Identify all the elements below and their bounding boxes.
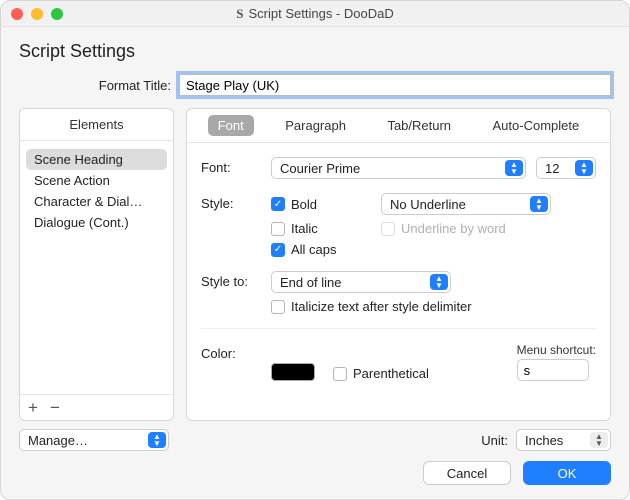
underline-by-word-label: Underline by word	[401, 221, 506, 236]
italicize-after-checkbox[interactable]: Italicize text after style delimiter	[271, 299, 596, 314]
elements-footer: + −	[20, 394, 173, 420]
style-to-popup[interactable]: End of line ▲▼	[271, 271, 451, 293]
unit-popup[interactable]: Inches ▲▼	[516, 429, 611, 451]
ok-button[interactable]: OK	[523, 461, 611, 485]
style-label: Style:	[201, 193, 271, 257]
tab-paragraph[interactable]: Paragraph	[275, 115, 356, 136]
bottom-row: Manage… ▲▼ Unit: Inches ▲▼	[19, 421, 611, 451]
parenthetical-label: Parenthetical	[353, 366, 429, 381]
tab-tab-return[interactable]: Tab/Return	[377, 115, 461, 136]
elements-sidebar: Elements Scene Heading Scene Action Char…	[19, 108, 174, 421]
bold-checkbox[interactable]: ✓ Bold	[271, 197, 381, 212]
content: Script Settings Format Title: Elements S…	[1, 27, 629, 499]
style-row: Style: ✓ Bold No Underline ▲▼	[201, 193, 596, 257]
bold-label: Bold	[291, 197, 317, 212]
parenthetical-checkbox[interactable]: Parenthetical	[333, 366, 429, 381]
tab-auto-complete[interactable]: Auto-Complete	[483, 115, 590, 136]
main-row: Elements Scene Heading Scene Action Char…	[19, 108, 611, 421]
underline-value: No Underline	[390, 197, 466, 212]
unit-value: Inches	[525, 433, 563, 448]
font-label: Font:	[201, 157, 271, 179]
chevron-updown-icon: ▲▼	[505, 160, 523, 176]
font-panel: Font: Courier Prime ▲▼ 12 ▲▼	[187, 143, 610, 420]
underline-popup[interactable]: No Underline ▲▼	[381, 193, 551, 215]
format-title-input[interactable]	[179, 74, 611, 96]
underline-by-word-checkbox[interactable]: Underline by word	[381, 221, 596, 236]
font-row: Font: Courier Prime ▲▼ 12 ▲▼	[201, 157, 596, 179]
sidebar-item-scene-action[interactable]: Scene Action	[26, 170, 167, 191]
cancel-button[interactable]: Cancel	[423, 461, 511, 485]
italicize-after-label: Italicize text after style delimiter	[291, 299, 472, 314]
checkbox-icon	[271, 222, 285, 236]
chevron-updown-icon: ▲▼	[575, 160, 593, 176]
chevron-updown-icon: ▲▼	[530, 196, 548, 212]
chevron-updown-icon: ▲▼	[148, 432, 166, 448]
window-title-text: Script Settings - DooDaD	[249, 6, 394, 21]
elements-header: Elements	[20, 109, 173, 141]
color-row: Color: Parenthetical Menu shortc	[201, 343, 596, 381]
shortcut-label: Menu shortcut:	[517, 343, 596, 357]
chevron-updown-icon: ▲▼	[430, 274, 448, 290]
style-to-value: End of line	[280, 275, 341, 290]
sidebar-item-character-dial[interactable]: Character & Dial…	[26, 191, 167, 212]
tab-font[interactable]: Font	[208, 115, 254, 136]
tabs: Font Paragraph Tab/Return Auto-Complete	[187, 109, 610, 143]
manage-popup[interactable]: Manage… ▲▼	[19, 429, 169, 451]
color-label: Color:	[201, 343, 271, 361]
app-icon: S	[236, 6, 243, 22]
settings-panel: Font Paragraph Tab/Return Auto-Complete …	[186, 108, 611, 421]
font-family-value: Courier Prime	[280, 161, 360, 176]
italic-checkbox[interactable]: Italic	[271, 221, 381, 236]
sidebar-item-dialogue-cont[interactable]: Dialogue (Cont.)	[26, 212, 167, 233]
checkbox-icon	[381, 222, 395, 236]
checkbox-icon: ✓	[271, 197, 285, 211]
shortcut-input[interactable]	[517, 359, 589, 381]
unit-label: Unit:	[481, 433, 508, 448]
titlebar: S Script Settings - DooDaD	[1, 1, 629, 27]
shortcut-block: Menu shortcut:	[517, 343, 596, 381]
sidebar-item-scene-heading[interactable]: Scene Heading	[26, 149, 167, 170]
font-size-value: 12	[545, 161, 559, 176]
window: S Script Settings - DooDaD Script Setting…	[0, 0, 630, 500]
font-family-popup[interactable]: Courier Prime ▲▼	[271, 157, 526, 179]
format-row: Format Title:	[19, 74, 611, 96]
window-title: S Script Settings - DooDaD	[1, 6, 629, 22]
checkbox-icon	[333, 367, 347, 381]
style-to-label: Style to:	[201, 271, 271, 314]
color-swatch[interactable]	[271, 363, 315, 381]
manage-label: Manage…	[28, 433, 88, 448]
font-size-popup[interactable]: 12 ▲▼	[536, 157, 596, 179]
divider	[201, 328, 596, 329]
style-to-row: Style to: End of line ▲▼ Italicize text	[201, 271, 596, 314]
add-element-button[interactable]: +	[28, 399, 38, 416]
checkbox-icon	[271, 300, 285, 314]
italic-label: Italic	[291, 221, 318, 236]
format-title-label: Format Title:	[19, 78, 179, 93]
page-title: Script Settings	[19, 41, 611, 62]
allcaps-label: All caps	[291, 242, 337, 257]
chevron-updown-icon: ▲▼	[590, 432, 608, 448]
checkbox-icon: ✓	[271, 243, 285, 257]
button-row: Cancel OK	[19, 451, 611, 487]
allcaps-checkbox[interactable]: ✓ All caps	[271, 242, 381, 257]
elements-list: Scene Heading Scene Action Character & D…	[20, 141, 173, 394]
remove-element-button[interactable]: −	[50, 399, 60, 416]
